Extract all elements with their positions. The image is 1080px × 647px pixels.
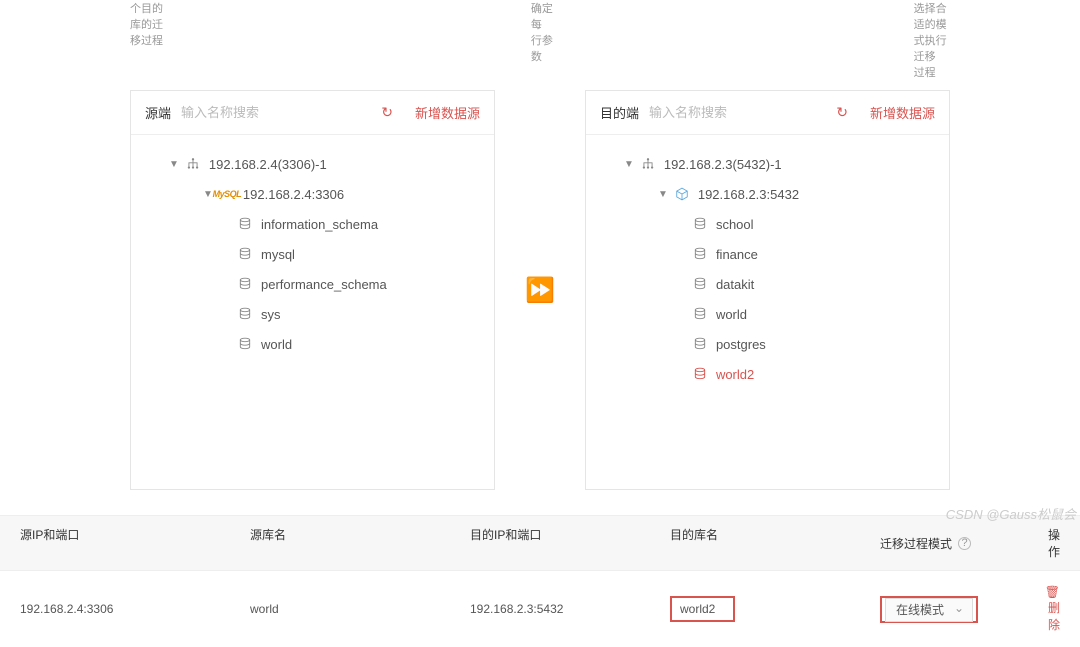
th-source-ip: 源IP和端口 xyxy=(20,526,250,560)
source-panel: 源端 ↻ 新增数据源 ▼ 192.168.2.4(3306)-1 ▼ MySQL… xyxy=(130,90,495,490)
caret-down-icon: ▼ xyxy=(658,189,668,200)
database-icon xyxy=(237,216,253,232)
source-db-node[interactable]: sys xyxy=(141,299,484,329)
target-root-node[interactable]: ▼ 192.168.2.3(5432)-1 xyxy=(596,149,939,179)
step-desc-3: 选择合适的模式执行迁移 过程 xyxy=(914,0,950,80)
th-action: 操作 xyxy=(1040,526,1060,560)
source-root-node[interactable]: ▼ 192.168.2.4(3306)-1 xyxy=(141,149,484,179)
transfer-arrow-icon: ⏩ xyxy=(525,276,555,305)
target-host-node[interactable]: ▼ 192.168.2.3:5432 xyxy=(596,179,939,209)
target-panel-title: 目的端 xyxy=(600,103,639,122)
watermark: CSDN @Gauss松鼠会 xyxy=(946,504,1076,523)
source-root-label: 192.168.2.4(3306)-1 xyxy=(209,157,327,172)
network-icon xyxy=(640,156,656,172)
th-mode: 迁移过程模式? xyxy=(880,526,1040,560)
database-icon xyxy=(237,246,253,262)
target-db-node-highlight[interactable]: world2 xyxy=(596,359,939,389)
source-host-node[interactable]: ▼ MySQL 192.168.2.4:3306 xyxy=(141,179,484,209)
network-icon xyxy=(185,156,201,172)
top-step-descriptions: 个目的库的迁移过程 确定每 行参数 选择合适的模式执行迁移 过程 xyxy=(0,0,1080,90)
reload-icon[interactable]: ↻ xyxy=(381,104,393,121)
cell-source-ip: 192.168.2.4:3306 xyxy=(20,602,250,616)
th-target-ip: 目的IP和端口 xyxy=(470,526,670,560)
database-icon xyxy=(692,246,708,262)
target-db-node[interactable]: datakit xyxy=(596,269,939,299)
source-db-node[interactable]: mysql xyxy=(141,239,484,269)
source-panel-title: 源端 xyxy=(145,103,171,122)
database-icon xyxy=(692,216,708,232)
target-db-node[interactable]: postgres xyxy=(596,329,939,359)
mapping-table-header: 源IP和端口 源库名 目的IP和端口 目的库名 迁移过程模式? 操作 xyxy=(0,515,1080,571)
th-target-db: 目的库名 xyxy=(670,526,880,560)
database-icon xyxy=(692,336,708,352)
target-panel: 目的端 ↻ 新增数据源 ▼ 192.168.2.3(5432)-1 ▼ 192.… xyxy=(585,90,950,490)
cell-target-ip: 192.168.2.3:5432 xyxy=(470,602,670,616)
target-host-label: 192.168.2.3:5432 xyxy=(698,187,799,202)
target-tree: ▼ 192.168.2.3(5432)-1 ▼ 192.168.2.3:5432… xyxy=(586,135,949,403)
caret-down-icon: ▼ xyxy=(169,159,179,170)
database-icon xyxy=(237,336,253,352)
target-db-node[interactable]: finance xyxy=(596,239,939,269)
mapping-table-row: 192.168.2.4:3306 world 192.168.2.3:5432 … xyxy=(0,571,1080,647)
cell-target-db: world2 xyxy=(670,596,880,622)
database-icon xyxy=(237,306,253,322)
trash-icon: 🗑 xyxy=(1045,585,1060,599)
mysql-icon: MySQL xyxy=(219,186,235,202)
target-search-input[interactable] xyxy=(649,105,826,120)
mode-select[interactable]: 在线模式 xyxy=(885,598,973,622)
cell-source-db: world xyxy=(250,602,470,616)
source-host-label: 192.168.2.4:3306 xyxy=(243,187,344,202)
delete-button[interactable]: 🗑 删除 xyxy=(1045,585,1060,632)
caret-down-icon: ▼ xyxy=(203,189,213,200)
step-desc-2: 确定每 行参数 xyxy=(531,0,554,80)
source-db-node[interactable]: performance_schema xyxy=(141,269,484,299)
help-icon[interactable]: ? xyxy=(958,537,971,550)
source-search-input[interactable] xyxy=(181,105,371,120)
target-root-label: 192.168.2.3(5432)-1 xyxy=(664,157,782,172)
database-icon xyxy=(237,276,253,292)
target-db-highlight: world2 xyxy=(670,596,735,622)
target-db-node[interactable]: school xyxy=(596,209,939,239)
add-source-link[interactable]: 新增数据源 xyxy=(415,103,480,122)
caret-down-icon: ▼ xyxy=(624,159,634,170)
source-tree: ▼ 192.168.2.4(3306)-1 ▼ MySQL 192.168.2.… xyxy=(131,135,494,373)
source-db-node[interactable]: world xyxy=(141,329,484,359)
mode-select-highlight: 在线模式 xyxy=(880,596,978,623)
th-source-db: 源库名 xyxy=(250,526,470,560)
database-icon xyxy=(692,306,708,322)
add-target-link[interactable]: 新增数据源 xyxy=(870,103,935,122)
database-icon xyxy=(692,366,708,382)
source-db-node[interactable]: information_schema xyxy=(141,209,484,239)
step-desc-1: 个目的库的迁移过程 xyxy=(130,0,171,80)
reload-icon[interactable]: ↻ xyxy=(836,104,848,121)
cell-mode: 在线模式 xyxy=(880,596,1040,623)
target-db-node[interactable]: world xyxy=(596,299,939,329)
database-icon xyxy=(692,276,708,292)
cube-icon xyxy=(674,186,690,202)
